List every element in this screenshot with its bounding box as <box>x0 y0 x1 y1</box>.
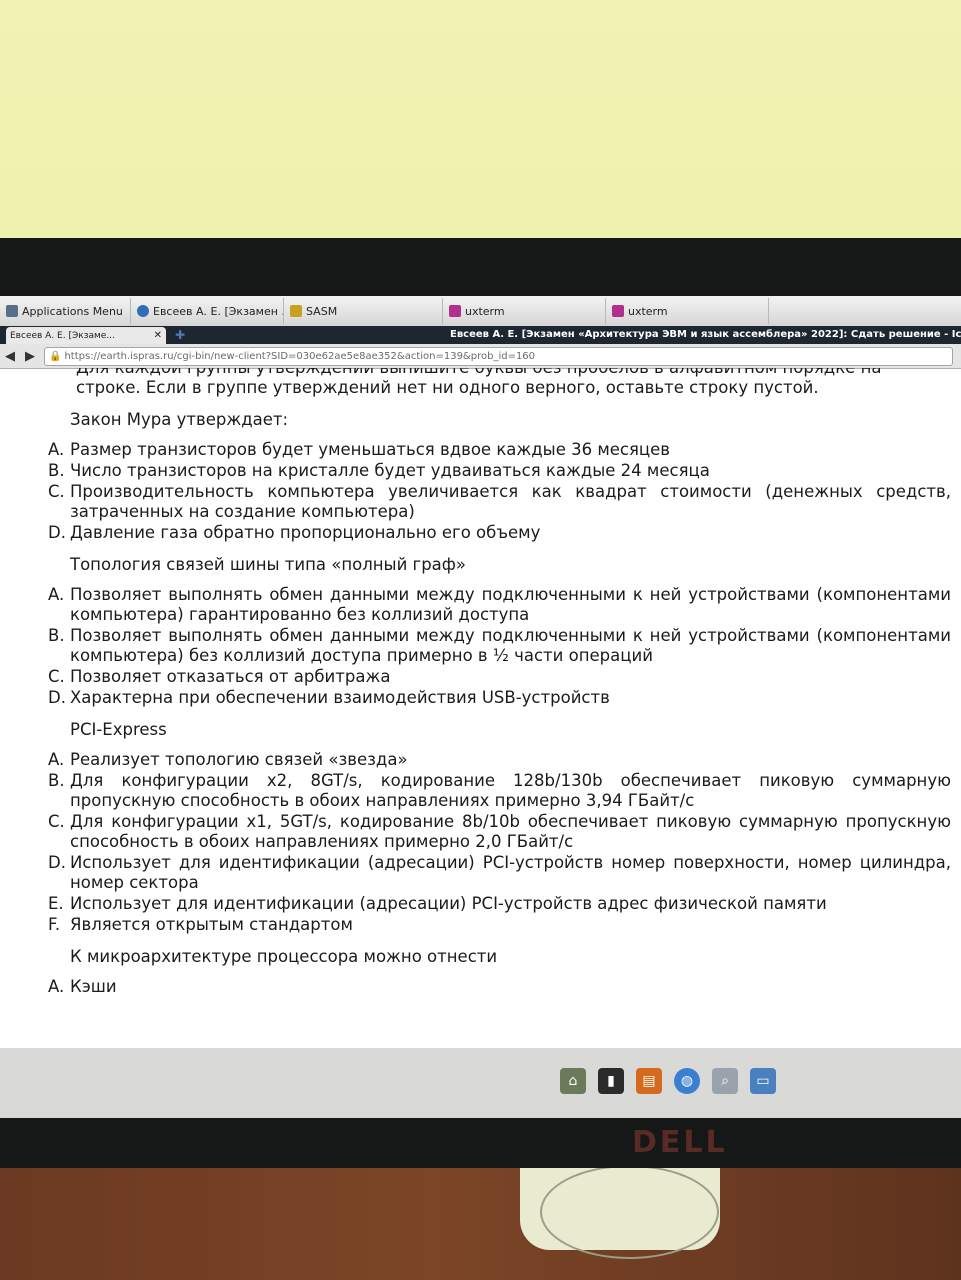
option-item: C. Для конфигурации x1, 5GT/s, кодировани… <box>46 812 951 852</box>
option-mark: B. <box>48 771 65 790</box>
option-item: B. Число транзисторов на кристалле будет … <box>46 461 951 481</box>
option-text: Кэши <box>70 977 117 996</box>
option-mark: A. <box>48 440 65 459</box>
option-mark: F. <box>48 915 61 934</box>
option-list: A. Реализует топологию связей «звезда» B.… <box>46 750 951 935</box>
option-item: A. Размер транзисторов будет уменьшаться … <box>46 440 951 460</box>
option-item: D. Использует для идентификации (адресаци… <box>46 853 951 893</box>
option-mark: C. <box>48 812 65 831</box>
option-text: Число транзисторов на кристалле будет уд… <box>70 461 710 480</box>
option-item: B. Для конфигурации x2, 8GT/s, кодировани… <box>46 771 951 811</box>
instruction-partial: Для каждой группы утверждений выпишите б… <box>76 368 956 378</box>
taskbar-item-browser[interactable]: Евсеев А. Е. [Экзамен ... <box>131 298 284 324</box>
option-text: Является открытым стандартом <box>70 915 353 934</box>
option-text: Позволяет отказаться от арбитража <box>70 667 391 686</box>
taskbar-item-label: Applications Menu <box>22 304 123 318</box>
option-list: A. Позволяет выполнять обмен данными межд… <box>46 585 951 708</box>
option-item: D. Характерна при обеспечении взаимодейст… <box>46 688 951 708</box>
navigation-bar: ◀ ▶ 🔒 https://earth.ispras.ru/cgi-bin/ne… <box>0 344 961 369</box>
taskbar-item-uxterm-1[interactable]: uxterm <box>443 298 606 324</box>
option-list: A. Размер транзисторов будет уменьшаться … <box>46 440 951 543</box>
taskbar-item-label: uxterm <box>465 304 505 318</box>
option-text: Давление газа обратно пропорционально ег… <box>70 523 541 542</box>
taskbar: Applications Menu Евсеев А. Е. [Экзамен … <box>0 296 961 327</box>
option-item: E. Использует для идентификации (адресаци… <box>46 894 951 914</box>
question-title: Закон Мура утверждает: <box>70 410 289 429</box>
option-text: Использует для идентификации (адресации)… <box>70 894 827 913</box>
option-mark: B. <box>48 626 65 645</box>
search-icon[interactable]: ⌕ <box>712 1068 738 1094</box>
option-text: Реализует топологию связей «звезда» <box>70 750 408 769</box>
close-tab-icon[interactable]: ✕ <box>154 330 162 341</box>
option-text: Производительность компьютера увеличивае… <box>70 482 951 521</box>
browser-icon[interactable]: ◍ <box>674 1068 700 1094</box>
applications-menu[interactable]: Applications Menu <box>0 298 131 324</box>
lock-icon: 🔒 <box>49 350 62 362</box>
sasm-icon <box>290 305 302 317</box>
dock-icons: ⌂ ▮ ▤ ◍ ⌕ ▭ <box>560 1068 776 1094</box>
option-mark: A. <box>48 977 65 996</box>
option-mark: C. <box>48 667 65 686</box>
option-mark: D. <box>48 853 66 872</box>
option-mark: B. <box>48 461 65 480</box>
iceweasel-icon <box>137 305 149 317</box>
question-title: К микроархитектуре процессора можно отне… <box>70 947 498 966</box>
taskbar-item-sasm[interactable]: SASM <box>284 298 443 324</box>
option-item: A. Позволяет выполнять обмен данными межд… <box>46 585 951 625</box>
instruction-partial-text: Для каждой группы утверждений выпишите б… <box>76 368 956 378</box>
option-text: Для конфигурации x1, 5GT/s, кодирование … <box>70 812 951 851</box>
option-mark: A. <box>48 750 65 769</box>
browser-tab[interactable]: Евсеев А. Е. [Экзаме... ✕ <box>6 327 166 344</box>
option-item: F. Является открытым стандартом <box>46 915 951 935</box>
option-item: A. Реализует топологию связей «звезда» <box>46 750 951 770</box>
monitor-brand: DELL <box>632 1125 728 1160</box>
x-terminal-icon <box>612 305 624 317</box>
option-item: A. Кэши <box>46 977 951 997</box>
question-title: PCI-Express <box>70 720 167 739</box>
dock: ⌂ ▮ ▤ ◍ ⌕ ▭ <box>0 1048 961 1118</box>
taskbar-item-label: Евсеев А. Е. [Экзамен ... <box>153 304 284 318</box>
option-text: Характерна при обеспечении взаимодействи… <box>70 688 610 707</box>
applications-menu-icon <box>6 305 18 317</box>
option-text: Для конфигурации x2, 8GT/s, кодирование … <box>70 771 951 810</box>
home-icon[interactable]: ⌂ <box>560 1068 586 1094</box>
url-bar[interactable]: 🔒 https://earth.ispras.ru/cgi-bin/new-cl… <box>44 346 953 366</box>
new-tab-icon[interactable]: ✚ <box>175 328 185 342</box>
window-title: Евсеев А. Е. [Экзамен «Архитектура ЭВМ и… <box>450 329 961 340</box>
option-item: B. Позволяет выполнять обмен данными межд… <box>46 626 951 666</box>
option-mark: D. <box>48 523 66 542</box>
window-titlebar: Евсеев А. Е. [Экзаме... ✕ ✚ Евсеев А. Е.… <box>0 326 961 344</box>
option-text: Размер транзисторов будет уменьшаться вд… <box>70 440 671 459</box>
terminal-icon[interactable]: ▮ <box>598 1068 624 1094</box>
forward-icon[interactable]: ▶ <box>20 349 40 364</box>
question-title: Топология связей шины типа «полный граф» <box>70 555 466 574</box>
option-text: Позволяет выполнять обмен данными между … <box>70 585 951 624</box>
tab-title: Евсеев А. Е. [Экзаме... <box>10 330 115 341</box>
option-item: C. Производительность компьютера увеличив… <box>46 482 951 522</box>
stand-base <box>540 1165 719 1259</box>
files-icon[interactable]: ▤ <box>636 1068 662 1094</box>
taskbar-item-label: uxterm <box>628 304 668 318</box>
back-icon[interactable]: ◀ <box>0 349 20 364</box>
option-text: Использует для идентификации (адресации)… <box>70 853 951 892</box>
option-mark: E. <box>48 894 64 913</box>
option-mark: C. <box>48 482 65 501</box>
instruction: строке. Если в группе утверждений нет ни… <box>76 378 819 397</box>
option-list: A. Кэши <box>46 977 951 997</box>
screen: Applications Menu Евсеев А. Е. [Экзамен … <box>0 296 961 1118</box>
option-item: C. Позволяет отказаться от арбитража <box>46 667 951 687</box>
url-text: https://earth.ispras.ru/cgi-bin/new-clie… <box>64 350 536 362</box>
option-item: D. Давление газа обратно пропорционально … <box>46 523 951 543</box>
x-terminal-icon <box>449 305 461 317</box>
taskbar-item-uxterm-2[interactable]: uxterm <box>606 298 769 324</box>
taskbar-item-label: SASM <box>306 304 338 318</box>
option-mark: D. <box>48 688 66 707</box>
option-text: Позволяет выполнять обмен данными между … <box>70 626 951 665</box>
page-content: Для каждой группы утверждений выпишите б… <box>0 368 961 1048</box>
option-mark: A. <box>48 585 65 604</box>
folder-icon[interactable]: ▭ <box>750 1068 776 1094</box>
